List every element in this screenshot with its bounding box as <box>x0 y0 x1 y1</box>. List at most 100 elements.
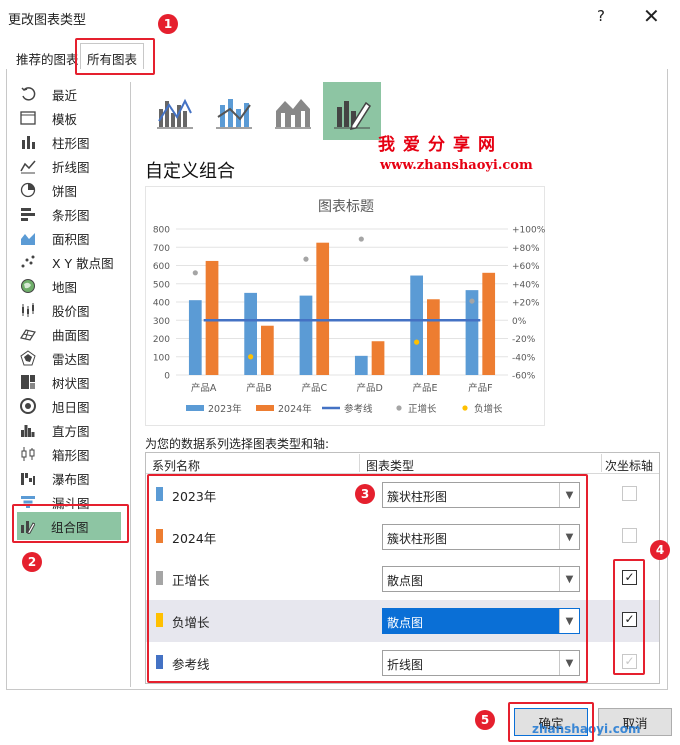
chart-y-tick-label: 500 <box>153 280 170 290</box>
sidebar-item-stock-chart[interactable]: 股价图 <box>18 299 128 321</box>
chart-type-select[interactable]: 散点图 ▼ <box>382 566 580 592</box>
stacked-area-column-icon[interactable] <box>264 82 322 140</box>
chart-legend-label: 2024年 <box>278 403 312 415</box>
chevron-down-icon[interactable]: ▼ <box>559 651 579 675</box>
sidebar-item-line-chart[interactable]: 折线图 <box>18 155 128 177</box>
chart-bar <box>261 325 274 375</box>
chart-y-tick-label: 400 <box>153 299 170 309</box>
chart-y2-tick-label: +20% <box>512 299 540 309</box>
header-series-name: 系列名称 <box>152 459 201 473</box>
sidebar-item-label: 直方图 <box>52 423 90 439</box>
secondary-axis-checkbox[interactable]: ✓ <box>622 570 637 585</box>
series-name: 负增长 <box>172 615 210 630</box>
sidebar-item-label: 组合图 <box>51 519 89 535</box>
radar-chart-icon <box>18 349 38 367</box>
chart-scatter-point <box>358 236 364 242</box>
sidebar-item-recent[interactable]: 最近 <box>18 83 128 105</box>
chart-type-select[interactable]: 簇状柱形图 ▼ <box>382 482 580 508</box>
close-button[interactable]: ✕ <box>643 4 660 28</box>
sidebar-item-histogram-chart[interactable]: 直方图 <box>18 419 128 441</box>
chart-bar <box>299 295 313 375</box>
series-row: 2024年 簇状柱形图 ▼ <box>146 516 659 558</box>
sidebar-item-column-chart[interactable]: 柱形图 <box>18 131 128 153</box>
chart-y2-tick-label: -60% <box>512 372 536 382</box>
sidebar-item-scatter-chart[interactable]: X Y 散点图 <box>18 251 128 273</box>
chart-legend-label: 参考线 <box>344 403 373 415</box>
chart-y2-tick-label: +40% <box>512 280 540 290</box>
sidebar-item-label: 漏斗图 <box>52 495 90 511</box>
tab-recommended[interactable]: 推荐的图表 <box>10 44 85 69</box>
chart-x-tick-label: 产品E <box>412 382 437 394</box>
chart-legend-swatch <box>396 405 402 411</box>
header-divider <box>601 454 602 472</box>
chevron-down-icon[interactable]: ▼ <box>559 483 579 507</box>
chart-type-value: 散点图 <box>387 574 424 588</box>
custom-combo-icon[interactable] <box>323 82 381 140</box>
funnel-chart-icon <box>18 493 38 511</box>
chart-x-tick-label: 产品B <box>246 382 272 394</box>
sidebar-item-waterfall-chart[interactable]: 瀑布图 <box>18 467 128 489</box>
sidebar-item-map-chart[interactable]: 地图 <box>18 275 128 297</box>
sidebar-item-label: 条形图 <box>52 207 90 223</box>
sidebar-item-boxplot-chart[interactable]: 箱形图 <box>18 443 128 465</box>
sidebar-item-bar-chart[interactable]: 条形图 <box>18 203 128 225</box>
series-color-swatch <box>156 613 163 627</box>
chart-bar <box>354 355 368 375</box>
chart-type-select[interactable]: 折线图 ▼ <box>382 650 580 676</box>
chart-x-tick-label: 产品F <box>468 382 492 394</box>
chart-x-tick-label: 产品A <box>191 382 217 394</box>
line-chart-icon <box>18 157 38 175</box>
header-secondary-axis: 次坐标轴 <box>605 459 654 473</box>
chart-y2-tick-label: 0% <box>512 317 527 327</box>
watermark-url: www.zhanshaoyi.com <box>380 158 533 173</box>
tab-all-charts[interactable]: 所有图表 <box>80 43 145 70</box>
chart-type-select[interactable]: 散点图 ▼ <box>382 608 580 634</box>
series-color-swatch <box>156 487 163 501</box>
column-chart-icon <box>18 133 38 151</box>
series-row: 正增长 散点图 ▼ ✓ <box>146 558 659 600</box>
chart-type-value: 簇状柱形图 <box>387 490 448 504</box>
sidebar-item-radar-chart[interactable]: 雷达图 <box>18 347 128 369</box>
chart-y-tick-label: 300 <box>153 317 170 327</box>
help-button[interactable]: ? <box>597 7 605 25</box>
chart-bar <box>410 275 423 375</box>
sidebar-item-funnel-chart[interactable]: 漏斗图 <box>18 491 128 513</box>
sidebar-item-sunburst-chart[interactable]: 旭日图 <box>18 395 128 417</box>
area-chart-icon <box>18 229 38 247</box>
series-row: 2023年 簇状柱形图 ▼ <box>146 474 659 516</box>
stock-chart-icon <box>18 301 38 319</box>
sidebar-item-label: 地图 <box>52 279 78 295</box>
sidebar-item-template[interactable]: 模板 <box>18 107 128 129</box>
chevron-down-icon[interactable]: ▼ <box>559 525 579 549</box>
chart-y2-tick-label: -40% <box>512 353 536 363</box>
watermark-text: 我爱分享网 <box>378 135 503 155</box>
map-chart-icon <box>18 277 38 295</box>
chart-legend-swatch <box>256 405 274 411</box>
chart-svg: 图表标题 0 100 200 300 400 500 600 700 800 -60% -40% -20… <box>153 199 546 415</box>
sidebar-item-area-chart[interactable]: 面积图 <box>18 227 128 249</box>
chart-x-tick-label: 产品D <box>357 382 383 394</box>
secondary-axis-checkbox[interactable]: ✓ <box>622 612 637 627</box>
sidebar-item-pie-chart[interactable]: 饼图 <box>18 179 128 201</box>
callout-badge-4: 4 <box>650 540 670 560</box>
chart-y2-tick-label: +80% <box>512 244 540 254</box>
chevron-down-icon[interactable]: ▼ <box>559 609 579 633</box>
watermark-footer: zhanshaoyi.com <box>532 722 641 736</box>
treemap-chart-icon <box>18 373 38 391</box>
sidebar-item-label: X Y 散点图 <box>52 255 114 271</box>
chart-type-select[interactable]: 簇状柱形图 ▼ <box>382 524 580 550</box>
header-divider <box>359 454 360 472</box>
sidebar-item-combo-chart[interactable]: 组合图 <box>17 512 121 540</box>
chart-title: 图表标题 <box>318 199 374 215</box>
column-line-secondary-icon[interactable] <box>205 82 263 140</box>
callout-badge-5: 5 <box>475 710 495 730</box>
boxplot-chart-icon <box>18 445 38 463</box>
sidebar-item-surface-chart[interactable]: 曲面图 <box>18 323 128 345</box>
chart-x-tick-label: 产品C <box>302 382 328 394</box>
chevron-down-icon[interactable]: ▼ <box>559 567 579 591</box>
sidebar-item-label: 树状图 <box>52 375 90 391</box>
clustered-column-line-icon[interactable] <box>146 82 204 140</box>
chart-preview: 图表标题 0 100 200 300 400 500 600 700 800 -60% -40% -20… <box>145 186 546 426</box>
sidebar-item-treemap-chart[interactable]: 树状图 <box>18 371 128 393</box>
chart-y-tick-label: 700 <box>153 244 170 254</box>
